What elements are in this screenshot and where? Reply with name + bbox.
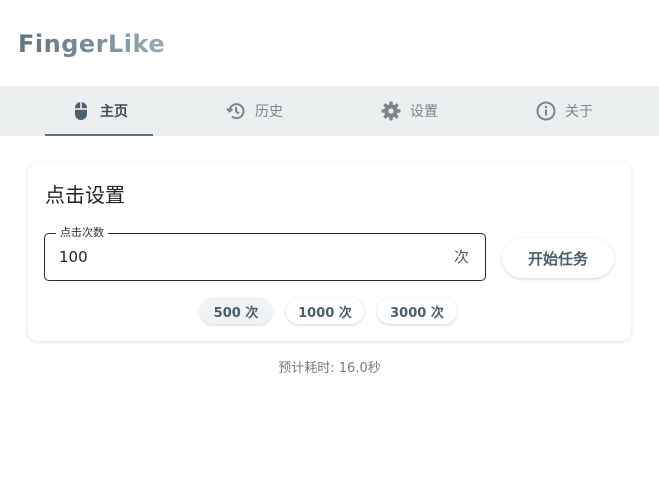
- tab-home[interactable]: 主页: [45, 86, 153, 136]
- history-icon: [225, 100, 247, 122]
- tab-settings-label: 设置: [410, 104, 438, 120]
- card-title: 点击设置: [45, 183, 125, 207]
- click-settings-card: 点击设置 点击次数 次 开始任务 500 次 1000 次 3000 次: [28, 162, 631, 341]
- click-count-input[interactable]: [59, 234, 419, 280]
- tab-about-label: 关于: [565, 104, 593, 120]
- tab-settings[interactable]: 设置: [355, 86, 463, 136]
- tab-home-label: 主页: [100, 104, 128, 120]
- estimated-duration: 预计耗时: 16.0秒: [278, 361, 381, 376]
- start-task-button[interactable]: 开始任务: [502, 238, 614, 278]
- preset-1000-button[interactable]: 1000 次: [286, 298, 364, 324]
- preset-500-button[interactable]: 500 次: [200, 298, 272, 324]
- gear-icon: [380, 100, 402, 122]
- tab-bar: 主页 历史 设置 关于: [0, 86, 659, 136]
- preset-3000-button[interactable]: 3000 次: [377, 298, 457, 324]
- click-count-field: 点击次数 次: [44, 226, 486, 281]
- click-count-unit: 次: [453, 248, 469, 266]
- tab-about[interactable]: 关于: [510, 86, 618, 136]
- tab-history-label: 历史: [255, 104, 283, 120]
- mouse-icon: [70, 100, 92, 122]
- info-icon: [535, 100, 557, 122]
- app-logo: FingerLike: [18, 30, 166, 58]
- tab-history[interactable]: 历史: [200, 86, 308, 136]
